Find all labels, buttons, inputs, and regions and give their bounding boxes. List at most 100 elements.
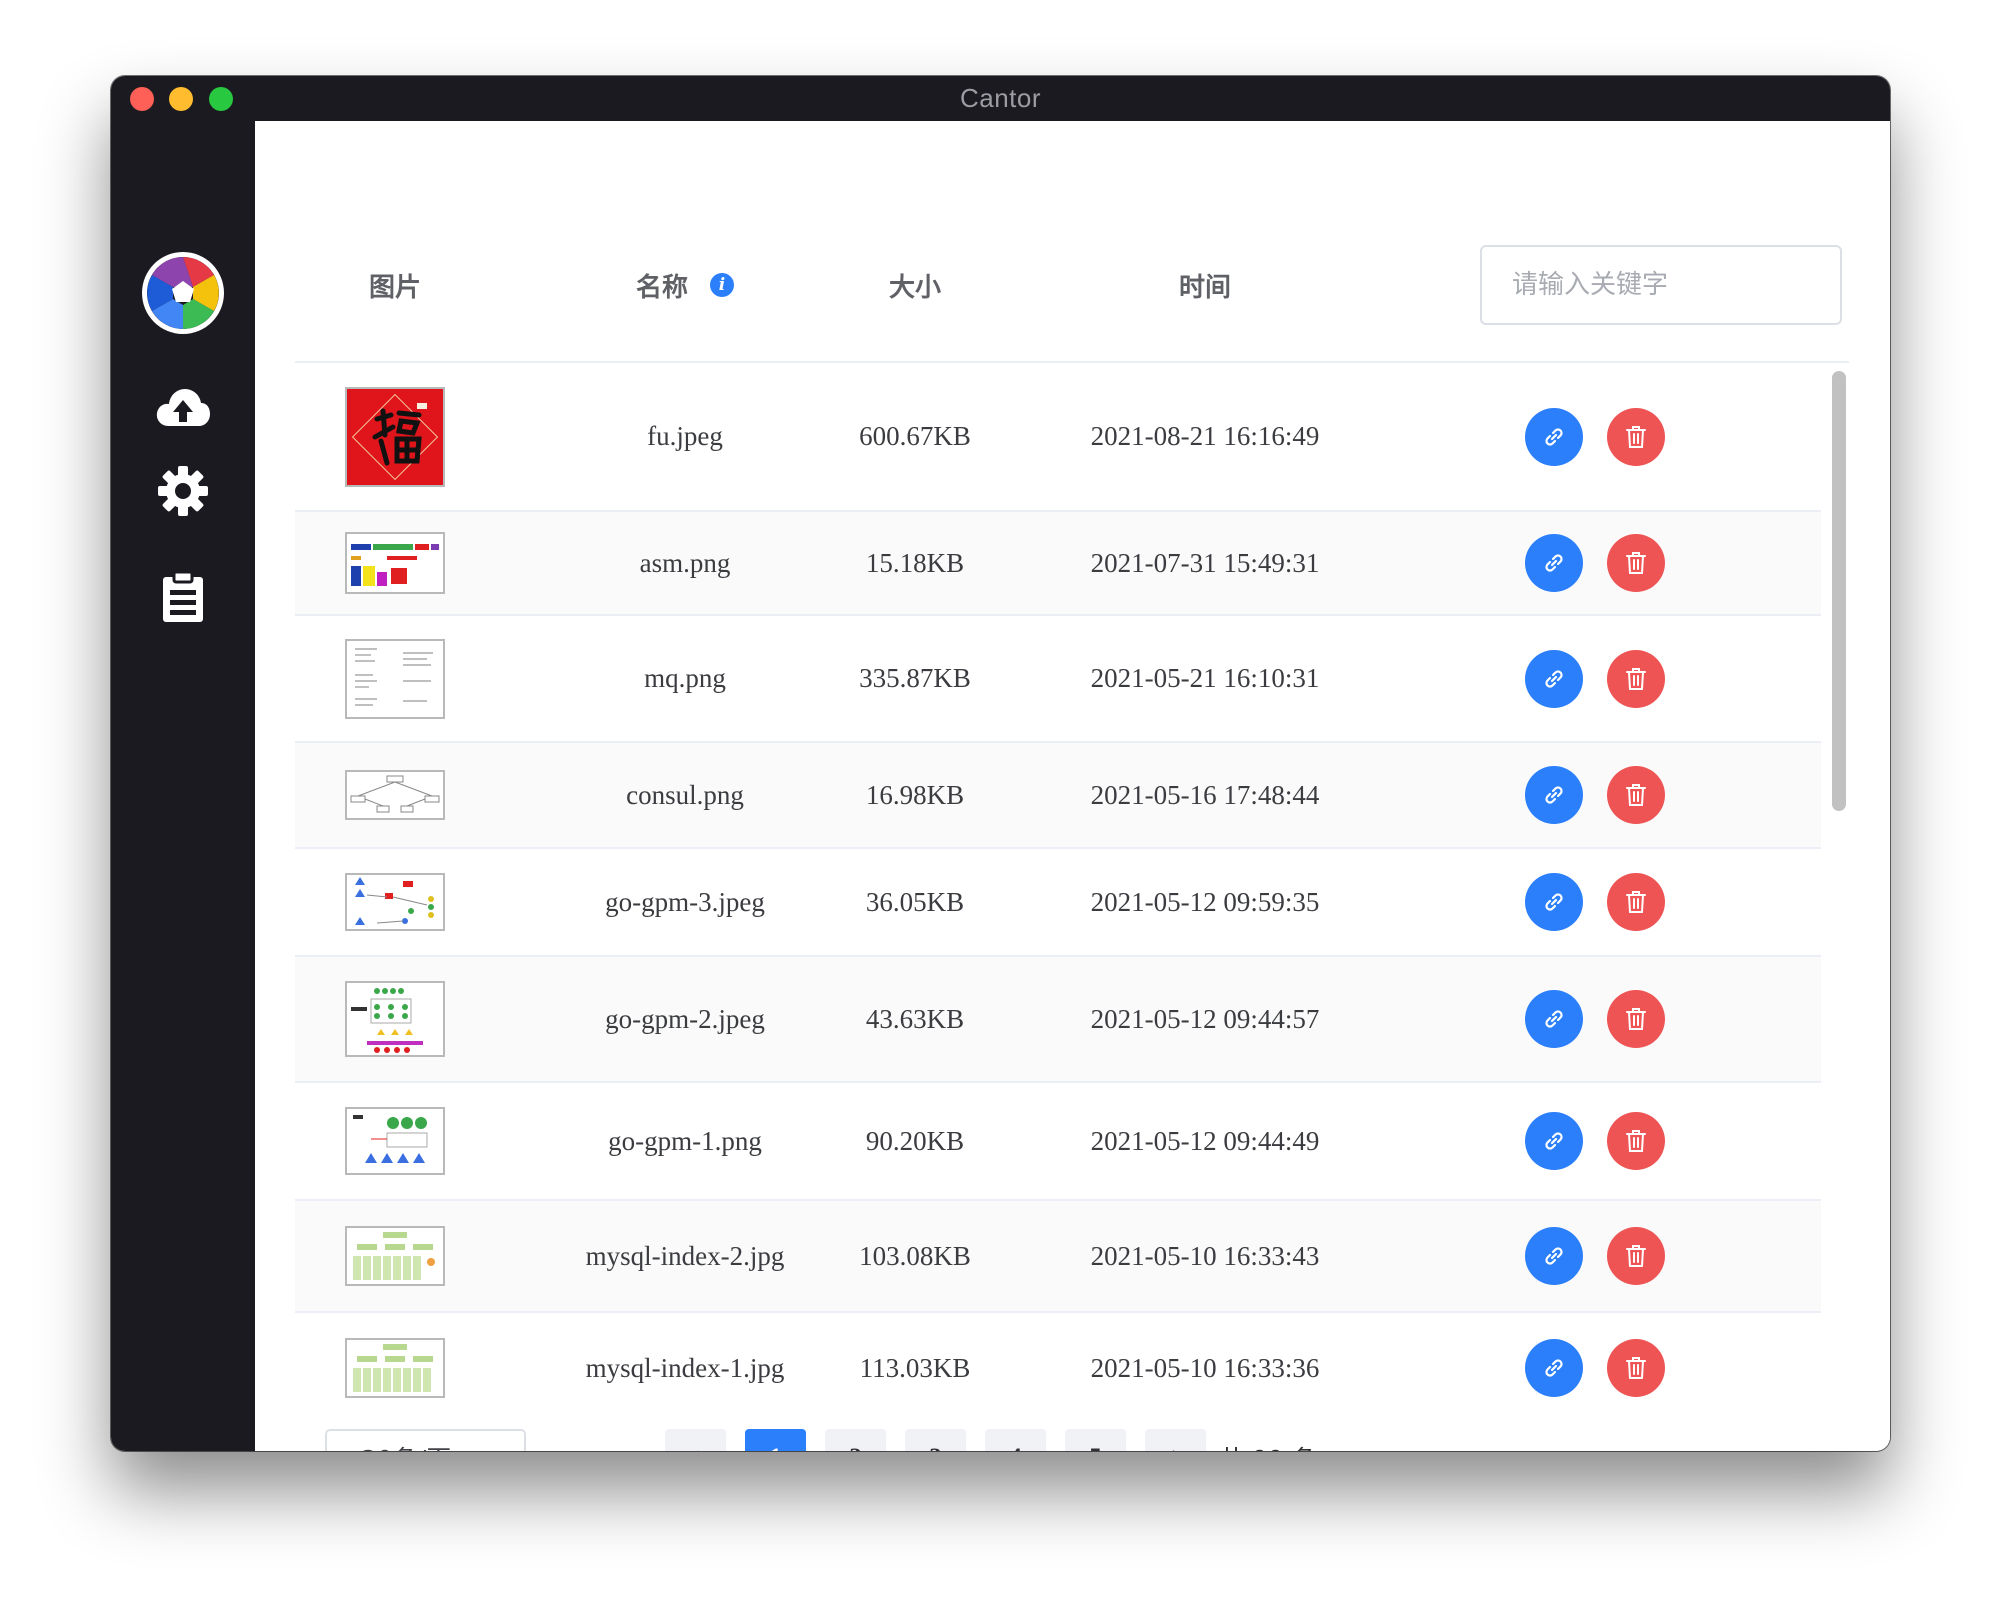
link-icon — [1545, 1010, 1563, 1028]
file-time: 2021-05-10 16:33:43 — [1090, 1240, 1320, 1271]
link-icon — [1545, 786, 1563, 804]
delete-button[interactable] — [1607, 534, 1665, 592]
go-gpm-3-thumbnail — [347, 875, 443, 929]
fu-character-thumbnail — [347, 388, 443, 485]
sidebar-item-clipboard[interactable] — [111, 571, 255, 623]
delete-button[interactable] — [1607, 873, 1665, 931]
delete-button[interactable] — [1607, 1112, 1665, 1170]
column-header-time: 时间 — [1178, 272, 1231, 303]
prev-page-button[interactable] — [665, 1429, 726, 1451]
file-name: consul.png — [626, 779, 744, 810]
trash-icon — [1626, 1357, 1646, 1379]
thumbnail-cell — [295, 1083, 495, 1199]
row-actions — [1525, 849, 1665, 955]
delete-button[interactable] — [1607, 407, 1665, 466]
thumbnail-image[interactable] — [345, 638, 445, 719]
thumbnail-cell — [295, 363, 495, 510]
page-button-1[interactable]: 1 — [745, 1429, 806, 1451]
page-button-3[interactable]: 3 — [905, 1429, 966, 1451]
file-time: 2021-05-21 16:10:31 — [1090, 663, 1320, 693]
thumbnail-image[interactable] — [345, 1226, 445, 1286]
thumbnail-cell — [295, 849, 495, 955]
trash-icon — [1626, 784, 1646, 806]
thumbnail-cell — [295, 743, 495, 847]
file-time: 2021-08-21 16:16:49 — [1090, 421, 1320, 451]
file-time: 2021-07-31 15:49:31 — [1090, 547, 1320, 578]
trash-icon — [1626, 1130, 1646, 1152]
thumbnail-image[interactable] — [345, 1338, 445, 1398]
delete-button[interactable] — [1607, 766, 1665, 824]
file-time: 2021-05-12 09:59:35 — [1090, 886, 1320, 917]
upload-cloud-icon — [156, 389, 210, 426]
delete-button[interactable] — [1607, 649, 1665, 708]
minimize-window-button[interactable] — [169, 87, 193, 111]
link-icon — [1545, 893, 1563, 911]
zoom-window-button[interactable] — [209, 87, 233, 111]
total-count: 共 99 条 — [1219, 1429, 1317, 1452]
copy-link-button[interactable] — [1525, 534, 1583, 592]
go-gpm-1-thumbnail — [347, 1109, 443, 1173]
image-table: fu.jpeg 600.67KB 2021-08-21 16:16:49 asm… — [295, 361, 1849, 1401]
table-scrollbar[interactable] — [1832, 371, 1846, 811]
file-name: fu.jpeg — [647, 421, 723, 451]
app-window: Cantor 图片 名称 i 大小 时间 请输入关键字 fu.jpeg 600.… — [111, 76, 1890, 1451]
thumbnail-image[interactable] — [345, 386, 445, 487]
copy-link-button[interactable] — [1525, 1227, 1583, 1285]
trash-icon — [1626, 891, 1646, 913]
chevron-down-icon — [488, 1449, 508, 1451]
file-time: 2021-05-12 09:44:57 — [1090, 1003, 1320, 1034]
copy-link-button[interactable] — [1525, 873, 1583, 931]
copy-link-button[interactable] — [1525, 766, 1583, 824]
search-input[interactable] — [1480, 245, 1842, 325]
chevron-right-icon — [1172, 1449, 1175, 1451]
thumbnail-image[interactable] — [345, 1107, 445, 1175]
copy-link-button[interactable] — [1525, 407, 1583, 466]
file-size: 600.67KB — [859, 421, 971, 451]
file-name: go-gpm-1.png — [608, 1125, 762, 1156]
file-name: mysql-index-2.jpg — [585, 1240, 785, 1271]
trash-icon — [1626, 425, 1646, 448]
table-row: go-gpm-3.jpeg 36.05KB 2021-05-12 09:59:3… — [295, 849, 1821, 957]
copy-link-button[interactable] — [1525, 990, 1583, 1048]
link-icon — [1545, 554, 1563, 572]
table-row: asm.png 15.18KB 2021-07-31 15:49:31 — [295, 512, 1821, 616]
page-button-2[interactable]: 2 — [825, 1429, 886, 1451]
chevron-left-icon — [696, 1449, 699, 1451]
next-page-button[interactable] — [1145, 1429, 1206, 1451]
copy-link-button[interactable] — [1525, 649, 1583, 708]
thumbnail-cell — [295, 1201, 495, 1311]
thumbnail-cell — [295, 512, 495, 614]
thumbnail-image[interactable] — [345, 770, 445, 820]
column-header-name-label: 名称 — [635, 272, 688, 303]
page-button-4[interactable]: 4 — [985, 1429, 1046, 1451]
info-icon[interactable]: i — [710, 273, 734, 297]
trash-icon — [1626, 1245, 1646, 1267]
copy-link-button[interactable] — [1525, 1112, 1583, 1170]
page-button-5[interactable]: 5 — [1065, 1429, 1126, 1451]
delete-button[interactable] — [1607, 990, 1665, 1048]
file-name: go-gpm-3.jpeg — [605, 886, 765, 917]
table-row: fu.jpeg 600.67KB 2021-08-21 16:16:49 — [295, 363, 1821, 512]
table-row: go-gpm-1.png 90.20KB 2021-05-12 09:44:49 — [295, 1083, 1821, 1201]
file-size: 16.98KB — [865, 779, 965, 810]
link-icon — [1545, 1247, 1563, 1265]
sidebar-item-settings[interactable] — [111, 465, 255, 517]
thumbnail-cell — [295, 1313, 495, 1401]
page-size-value: 20条/页 — [361, 1440, 451, 1452]
close-window-button[interactable] — [130, 87, 154, 111]
thumbnail-image[interactable] — [345, 873, 445, 931]
gear-icon — [158, 466, 208, 516]
column-header-size: 大小 — [888, 272, 941, 303]
file-size: 15.18KB — [865, 547, 965, 578]
table-row: go-gpm-2.jpeg 43.63KB 2021-05-12 09:44:5… — [295, 957, 1821, 1083]
delete-button[interactable] — [1607, 1339, 1665, 1397]
copy-link-button[interactable] — [1525, 1339, 1583, 1397]
thumbnail-image[interactable] — [345, 532, 445, 594]
delete-button[interactable] — [1607, 1227, 1665, 1285]
title-bar: Cantor — [111, 76, 1890, 121]
mysql-index-2-thumbnail — [347, 1228, 443, 1284]
thumbnail-image[interactable] — [345, 981, 445, 1057]
page-size-select[interactable]: 20条/页 — [325, 1429, 526, 1451]
sidebar-item-upload[interactable] — [111, 386, 255, 428]
table-row: mysql-index-2.jpg 103.08KB 2021-05-10 16… — [295, 1201, 1821, 1313]
